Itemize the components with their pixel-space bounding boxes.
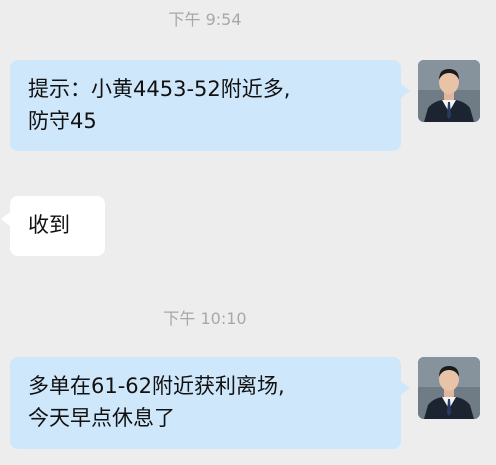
- message-line: 今天早点休息了: [28, 406, 175, 430]
- outgoing-message-bubble[interactable]: 提示：小黄4453-52附近多, 防守45: [10, 60, 410, 151]
- message-line: 提示：小黄4453-52附近多,: [28, 77, 291, 101]
- message-line: 防守45: [28, 109, 97, 133]
- message-line: 多单在61-62附近获利离场,: [28, 374, 285, 398]
- incoming-message-bubble[interactable]: 收到: [1, 196, 105, 256]
- message-line: 收到: [28, 213, 70, 237]
- outgoing-message-bubble[interactable]: 多单在61-62附近获利离场, 今天早点休息了: [10, 357, 410, 449]
- man-in-suit-avatar-icon[interactable]: [418, 60, 480, 122]
- timestamp: 下午 9:54: [168, 10, 242, 29]
- man-in-suit-avatar-icon[interactable]: [418, 357, 480, 419]
- timestamp: 下午 10:10: [163, 309, 247, 328]
